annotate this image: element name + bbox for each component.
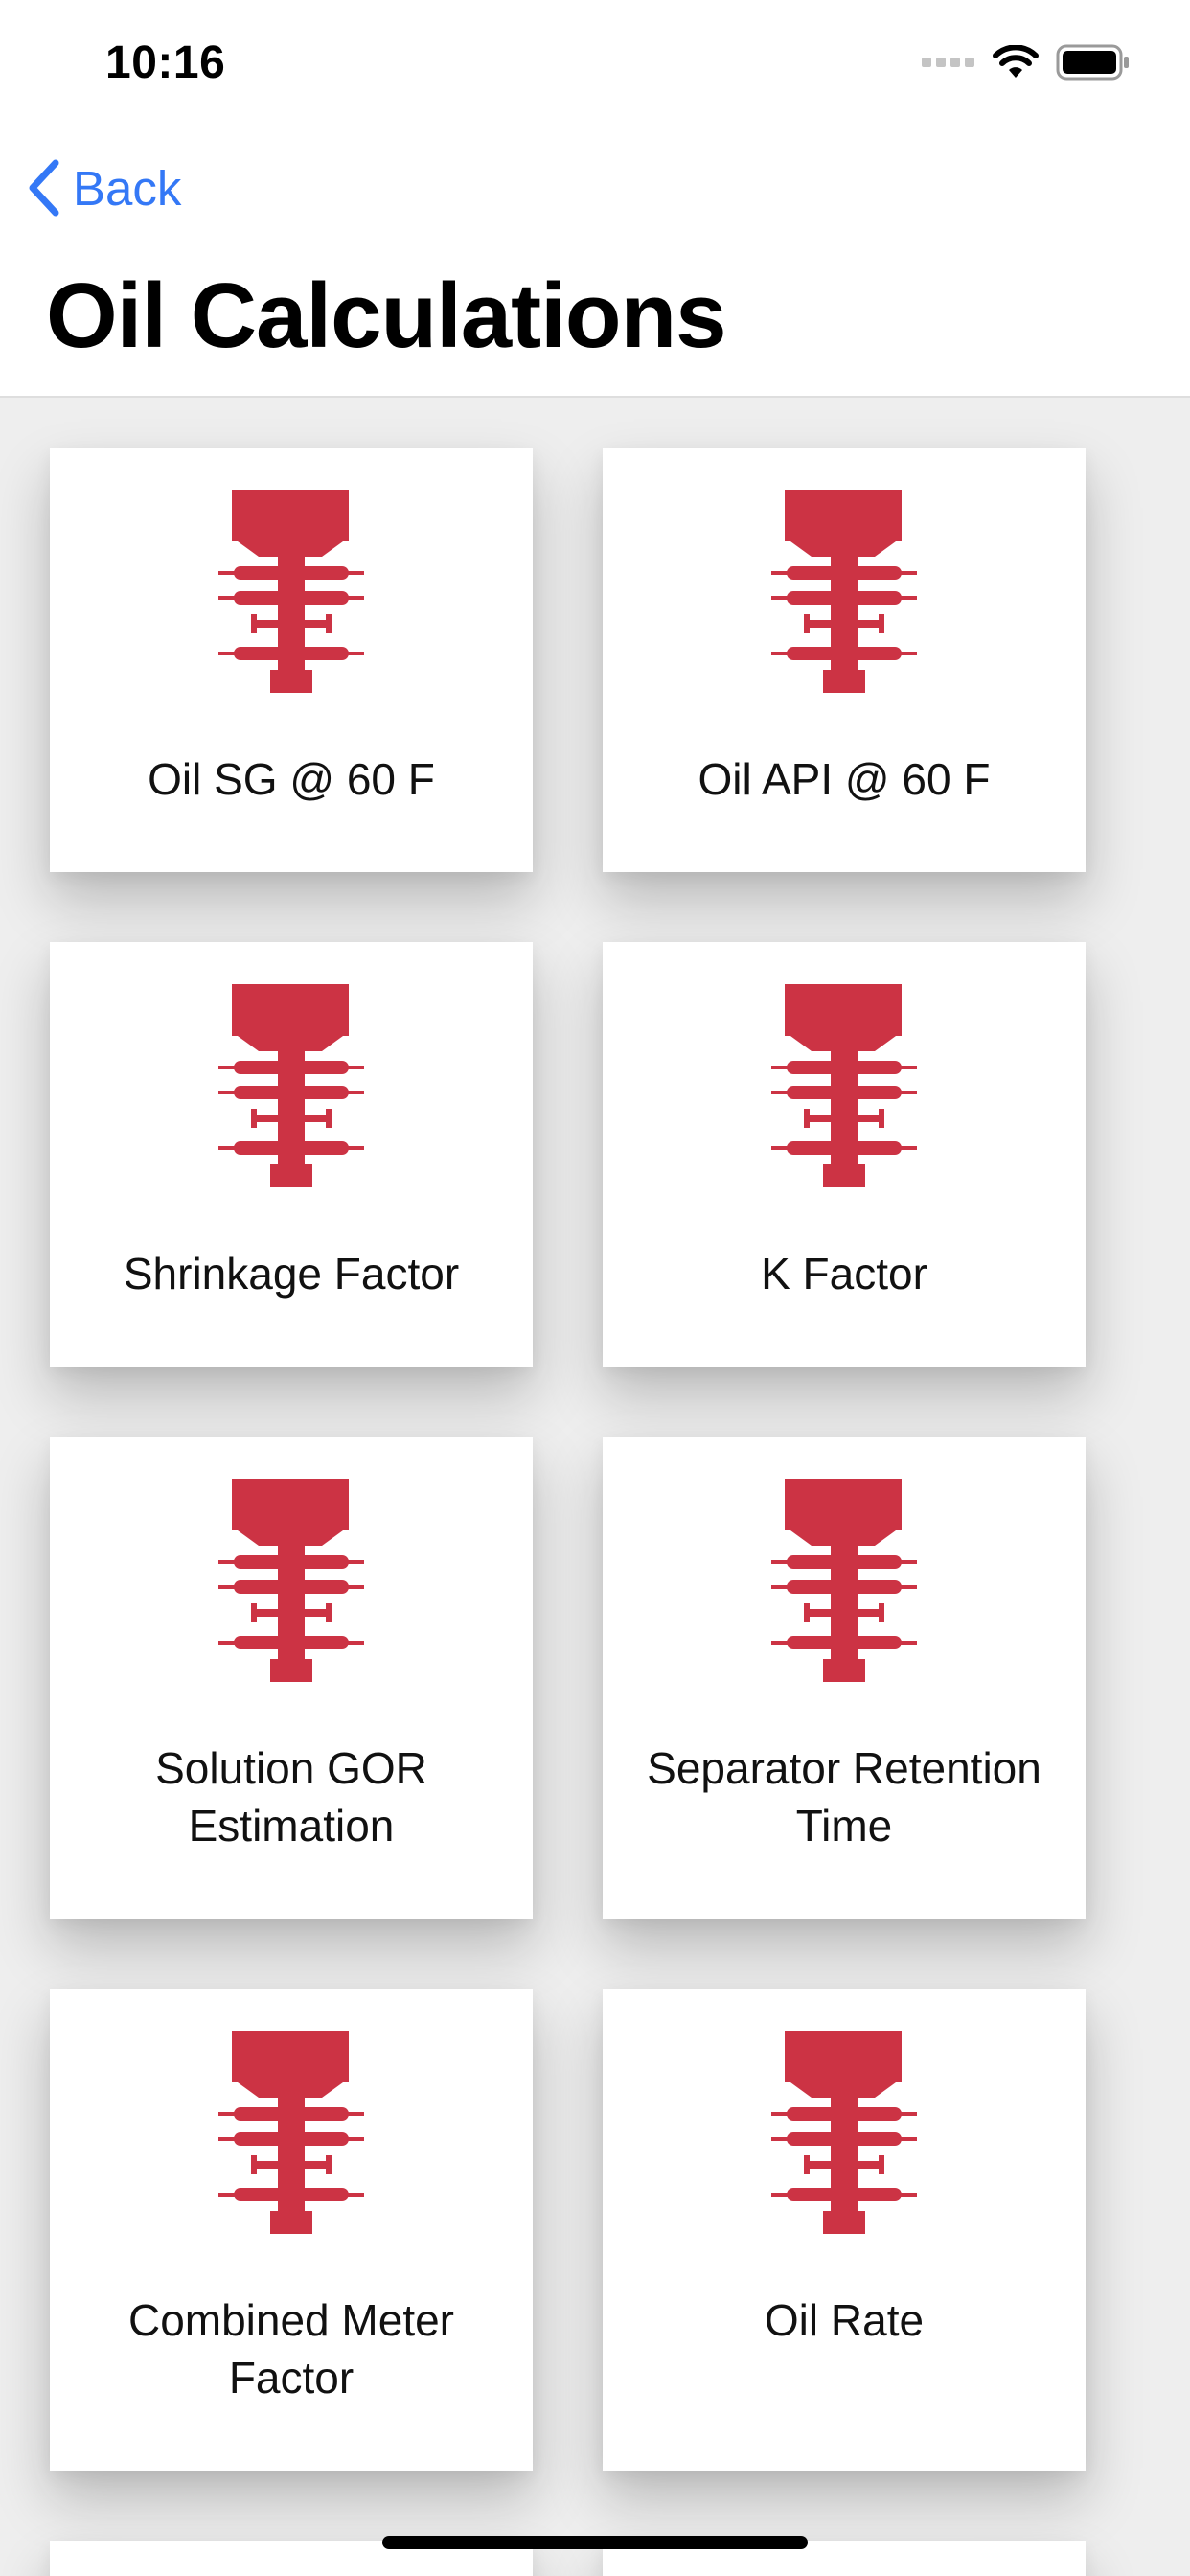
card-separator-retention-time[interactable]: Separator Retention Time: [603, 1437, 1086, 1919]
wellhead-icon: [218, 490, 364, 693]
calculations-grid-area[interactable]: Oil SG @ 60 F Oil API @ 60 F Shrinkage F…: [0, 398, 1190, 2576]
wellhead-icon: [771, 490, 917, 693]
card-label: Shrinkage Factor: [123, 1249, 460, 1299]
wellhead-icon: [218, 2031, 364, 2234]
back-label: Back: [73, 160, 182, 216]
card-label: Solution GOR Estimation: [155, 1743, 427, 1851]
wellhead-icon: [771, 1479, 917, 1682]
card-label: Oil API @ 60 F: [698, 754, 991, 804]
wellhead-icon: [218, 984, 364, 1187]
card-label: K Factor: [761, 1249, 927, 1299]
wellhead-icon: [771, 984, 917, 1187]
calculations-grid: Oil SG @ 60 F Oil API @ 60 F Shrinkage F…: [50, 448, 1086, 2576]
wellhead-icon: [218, 1479, 364, 1682]
wellhead-icon: [771, 2031, 917, 2234]
card-label: Oil SG @ 60 F: [148, 754, 435, 804]
status-time: 10:16: [105, 37, 226, 88]
wifi-icon: [993, 44, 1039, 84]
status-icons: [922, 44, 1131, 85]
page-title: Oil Calculations: [46, 264, 726, 367]
card-oil-sg[interactable]: Oil SG @ 60 F: [50, 448, 533, 872]
card-combined-meter-factor[interactable]: Combined Meter Factor: [50, 1989, 533, 2471]
home-indicator[interactable]: [382, 2536, 808, 2549]
card-oil-rate[interactable]: Oil Rate: [603, 1989, 1086, 2471]
card-label: Oil Rate: [764, 2295, 925, 2345]
card-label: Combined Meter Factor: [127, 2295, 455, 2403]
navigation-bar: Back: [0, 134, 1190, 240]
card-solution-gor[interactable]: Solution GOR Estimation: [50, 1437, 533, 1919]
status-bar: 10:16: [0, 0, 1190, 126]
cellular-signal-icon: [922, 56, 975, 74]
chevron-left-icon: [29, 159, 59, 217]
card-k-factor[interactable]: K Factor: [603, 942, 1086, 1367]
card-shrinkage-factor[interactable]: Shrinkage Factor: [50, 942, 533, 1367]
card-oil-api[interactable]: Oil API @ 60 F: [603, 448, 1086, 872]
card-label: Separator Retention Time: [647, 1743, 1041, 1851]
battery-icon: [1056, 44, 1131, 85]
back-button[interactable]: Back: [27, 159, 181, 217]
